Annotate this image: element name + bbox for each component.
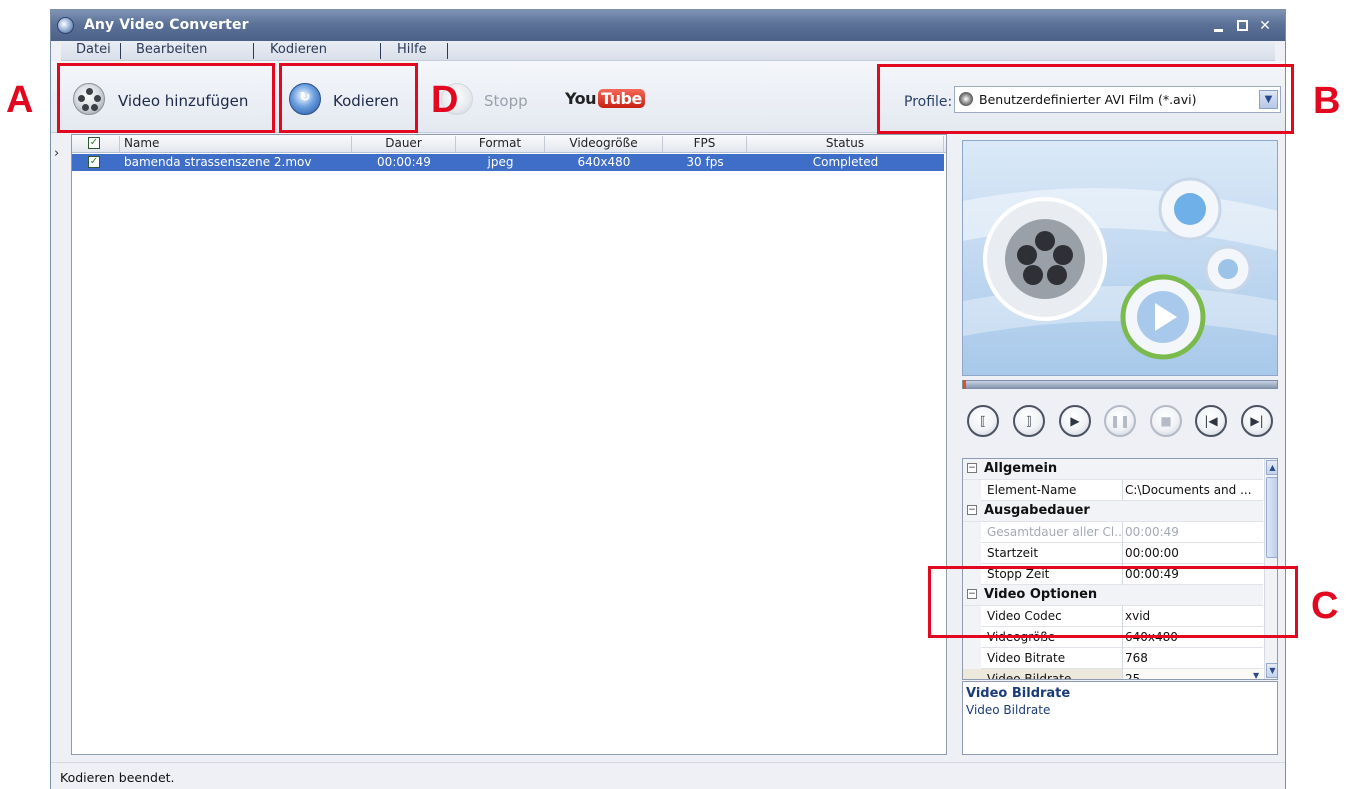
menu-hilfe[interactable]: Hilfe bbox=[397, 42, 427, 57]
scroll-thumb[interactable] bbox=[1266, 477, 1277, 558]
right-panel: ⟦ ⟧ ▶ ❚❚ ■ |◀ ▶| − Allgemein Element-Nam… bbox=[957, 134, 1281, 760]
annotation-letter-d: D bbox=[431, 79, 459, 121]
expand-arrow-icon[interactable]: › bbox=[54, 146, 59, 161]
youtube-logo-tube: Tube bbox=[598, 89, 645, 108]
collapse-icon[interactable]: − bbox=[967, 463, 977, 473]
status-text: Kodieren beendet. bbox=[60, 770, 175, 785]
menu-datei[interactable]: Datei bbox=[76, 42, 111, 57]
select-all-checkbox[interactable]: ✓ bbox=[88, 137, 100, 149]
category-general[interactable]: − Allgemein bbox=[963, 459, 1263, 480]
column-header-fps[interactable]: FPS bbox=[663, 136, 747, 152]
status-bar: Kodieren beendet. bbox=[51, 762, 1285, 789]
previous-button[interactable]: |◀ bbox=[1195, 405, 1227, 437]
annotation-box-b bbox=[877, 64, 1294, 134]
preview-artwork bbox=[963, 177, 1277, 360]
pause-icon: ❚❚ bbox=[1109, 414, 1131, 428]
property-row[interactable]: Startzeit 00:00:00 bbox=[963, 543, 1263, 564]
play-icon: ▶ bbox=[1070, 414, 1080, 428]
menu-separator bbox=[447, 43, 448, 59]
menu-kodieren[interactable]: Kodieren bbox=[270, 42, 327, 57]
column-header-check[interactable]: ✓ bbox=[72, 136, 120, 152]
property-value: 00:00:00 bbox=[1125, 546, 1179, 560]
annotation-box-a bbox=[57, 63, 275, 133]
property-row[interactable]: Element-Name C:\Documents and ... bbox=[963, 480, 1263, 501]
property-row-selected[interactable]: Video Bildrate 25 ▼ bbox=[963, 669, 1263, 680]
dropdown-arrow-icon[interactable]: ▼ bbox=[1253, 671, 1263, 679]
set-start-button[interactable]: ⟦ bbox=[967, 405, 999, 437]
close-button[interactable]: ✕ bbox=[1255, 16, 1275, 36]
annotation-box-c bbox=[928, 566, 1298, 638]
property-value: 25 bbox=[1125, 672, 1141, 680]
menu-bearbeiten[interactable]: Bearbeiten bbox=[136, 42, 207, 57]
youtube-button[interactable]: You Tube bbox=[565, 88, 645, 112]
title-bar: Any Video Converter ✕ bbox=[51, 10, 1285, 41]
description-title: Video Bildrate bbox=[966, 686, 1071, 701]
column-header-status[interactable]: Status bbox=[747, 136, 944, 152]
description-text: Video Bildrate bbox=[966, 703, 1051, 717]
property-description: Video Bildrate Video Bildrate bbox=[962, 681, 1278, 755]
stop-playback-button[interactable]: ■ bbox=[1150, 405, 1182, 437]
menu-separator bbox=[380, 43, 381, 59]
window-title: Any Video Converter bbox=[84, 17, 249, 33]
seek-bar[interactable] bbox=[962, 380, 1278, 389]
maximize-icon bbox=[1237, 20, 1248, 31]
menu-bar: Datei Bearbeiten Kodieren Hilfe bbox=[61, 41, 1275, 61]
stop-label: Stopp bbox=[484, 92, 528, 110]
skip-back-icon: |◀ bbox=[1204, 414, 1218, 428]
column-header-name[interactable]: Name bbox=[120, 136, 352, 152]
property-label: Gesamtdauer aller Cl... bbox=[963, 522, 1123, 543]
property-row[interactable]: Video Bitrate 768 bbox=[963, 648, 1263, 669]
set-end-button[interactable]: ⟧ bbox=[1013, 405, 1045, 437]
row-fps: 30 fps bbox=[686, 155, 724, 169]
column-header-size[interactable]: Videogröße bbox=[545, 136, 663, 152]
next-button[interactable]: ▶| bbox=[1241, 405, 1273, 437]
skip-forward-icon: ▶| bbox=[1250, 414, 1264, 428]
column-header-duration[interactable]: Dauer bbox=[352, 136, 456, 152]
menu-separator bbox=[253, 43, 254, 59]
play-button[interactable]: ▶ bbox=[1059, 405, 1091, 437]
property-label: Startzeit bbox=[963, 543, 1123, 564]
property-row[interactable]: Gesamtdauer aller Cl... 00:00:49 bbox=[963, 522, 1263, 543]
close-icon: ✕ bbox=[1259, 18, 1271, 34]
category-duration[interactable]: − Ausgabedauer bbox=[963, 501, 1263, 522]
row-format: jpeg bbox=[487, 155, 514, 169]
seek-handle[interactable] bbox=[963, 380, 966, 389]
pause-button[interactable]: ❚❚ bbox=[1104, 405, 1136, 437]
annotation-letter-a: A bbox=[6, 79, 34, 121]
property-label: Element-Name bbox=[963, 480, 1123, 501]
property-value: 768 bbox=[1125, 651, 1148, 665]
scroll-up-icon[interactable]: ▲ bbox=[1266, 460, 1277, 475]
scroll-down-icon[interactable]: ▼ bbox=[1266, 663, 1277, 678]
list-gutter: › bbox=[51, 134, 69, 759]
row-name: bamenda strassenszene 2.mov bbox=[124, 155, 312, 169]
app-icon bbox=[57, 17, 74, 34]
file-list[interactable]: ✓ Name Dauer Format Videogröße FPS Statu… bbox=[71, 134, 947, 755]
property-value: 00:00:49 bbox=[1125, 525, 1179, 539]
annotation-letter-c: C bbox=[1311, 585, 1339, 627]
table-row[interactable]: ✓ bamenda strassenszene 2.mov 00:00:49 j… bbox=[72, 154, 944, 171]
row-duration: 00:00:49 bbox=[377, 155, 431, 169]
row-size: 640x480 bbox=[577, 155, 631, 169]
annotation-letter-b: B bbox=[1313, 80, 1341, 122]
row-checkbox[interactable]: ✓ bbox=[88, 156, 100, 168]
minimize-button[interactable] bbox=[1209, 16, 1229, 36]
youtube-logo-you: You bbox=[565, 89, 597, 108]
column-header-format[interactable]: Format bbox=[456, 136, 545, 152]
row-status: Completed bbox=[812, 155, 879, 169]
property-value: C:\Documents and ... bbox=[1125, 483, 1252, 497]
maximize-button[interactable] bbox=[1232, 16, 1252, 36]
property-label: Video Bildrate bbox=[963, 669, 1123, 679]
screenshot-stage: Any Video Converter ✕ Datei Bearbeiten K… bbox=[0, 0, 1359, 789]
list-header: ✓ Name Dauer Format Videogröße FPS Statu… bbox=[72, 135, 946, 153]
mark-out-icon: ⟧ bbox=[1026, 414, 1032, 428]
collapse-icon[interactable]: − bbox=[967, 505, 977, 515]
preview-area bbox=[962, 140, 1278, 376]
menu-separator bbox=[120, 43, 121, 59]
annotation-box-d bbox=[279, 63, 418, 133]
minimize-icon bbox=[1214, 29, 1223, 32]
mark-in-icon: ⟦ bbox=[980, 414, 986, 428]
property-label: Video Bitrate bbox=[963, 648, 1123, 669]
stop-square-icon: ■ bbox=[1160, 414, 1172, 428]
